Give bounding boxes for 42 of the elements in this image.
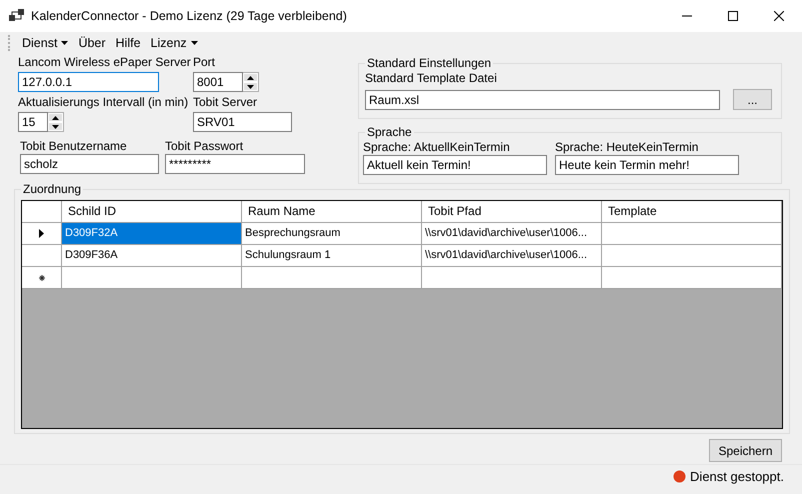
up-arrow-icon — [52, 116, 59, 120]
window-title: KalenderConnector - Demo Lizenz (29 Tage verbleibend) — [31, 9, 348, 23]
input-field[interactable]: Heute kein Termin mehr! — [555, 155, 739, 175]
menu-item[interactable]: Lizenz — [146, 34, 202, 52]
input-field[interactable]: SRV01 — [193, 112, 292, 132]
status-text: Dienst gestoppt. — [690, 468, 784, 484]
spin-down-button[interactable] — [243, 82, 258, 91]
row-header[interactable] — [22, 267, 62, 289]
field-label: Port — [193, 54, 216, 70]
maximize-icon — [728, 11, 738, 21]
spin-down-button[interactable] — [48, 122, 63, 131]
browse-button[interactable]: ... — [733, 89, 772, 110]
input-field[interactable]: Aktuell kein Termin! — [363, 155, 547, 175]
table-cell: D309F32A — [62, 223, 242, 245]
close-icon — [774, 11, 784, 21]
menu-item[interactable]: Hilfe — [112, 34, 145, 52]
spin-up-button[interactable] — [48, 113, 63, 122]
down-arrow-icon — [52, 124, 59, 128]
group-title: Sprache — [366, 125, 413, 139]
field-label: Standard Template Datei — [365, 70, 498, 86]
app-icon — [9, 9, 25, 23]
down-arrow-icon — [247, 84, 254, 88]
group-title: Zuordnung — [22, 182, 82, 196]
field-label: Sprache: HeuteKeinTermin — [555, 139, 700, 155]
group-title: Standard Einstellungen — [366, 56, 492, 70]
number-field[interactable]: 15 — [18, 112, 48, 132]
input-field[interactable]: 127.0.0.1 — [18, 72, 159, 92]
field-label: Lancom Wireless ePaper Server — [18, 54, 192, 70]
up-arrow-icon — [247, 76, 254, 80]
field-label: Tobit Benutzername — [20, 138, 128, 154]
spin-up-button[interactable] — [243, 73, 258, 82]
save-button[interactable]: Speichern — [709, 439, 782, 462]
number-field[interactable]: 8001 — [193, 72, 243, 92]
input-field[interactable]: Raum.xsl — [365, 90, 720, 110]
input-field[interactable]: scholz — [20, 154, 159, 174]
menu-item[interactable]: Dienst — [18, 34, 72, 52]
field-label: Tobit Passwort — [165, 138, 244, 154]
field-label: Sprache: AktuellKeinTermin — [363, 139, 511, 155]
field-label: Tobit Server — [193, 94, 258, 110]
input-field[interactable]: ********* — [165, 154, 305, 174]
field-label: Aktualisierungs Intervall (in min) — [18, 94, 190, 110]
menu-item[interactable]: Über — [74, 34, 110, 52]
